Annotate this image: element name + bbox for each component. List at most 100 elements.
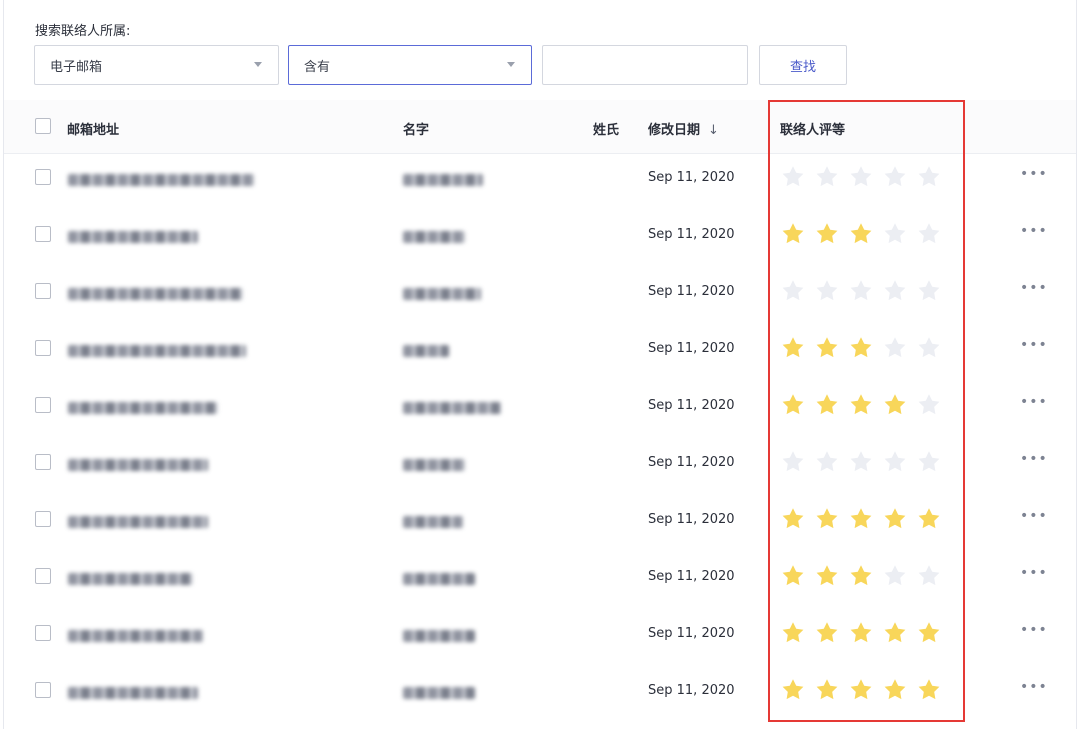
more-options-icon[interactable]: ••• xyxy=(1020,337,1048,353)
table-row[interactable]: Sep 11, 2020 ••• xyxy=(4,323,1076,380)
star-empty-icon[interactable] xyxy=(848,278,874,304)
star-empty-icon[interactable] xyxy=(814,278,840,304)
star-filled-icon[interactable] xyxy=(814,563,840,589)
star-empty-icon[interactable] xyxy=(780,278,806,304)
contact-rating[interactable] xyxy=(780,677,942,703)
contact-rating[interactable] xyxy=(780,278,942,304)
star-filled-icon[interactable] xyxy=(848,392,874,418)
row-checkbox[interactable] xyxy=(35,454,51,470)
star-empty-icon[interactable] xyxy=(916,278,942,304)
contact-rating[interactable] xyxy=(780,506,942,532)
star-filled-icon[interactable] xyxy=(848,563,874,589)
star-empty-icon[interactable] xyxy=(916,164,942,190)
table-row[interactable]: Sep 11, 2020 ••• xyxy=(4,437,1076,494)
more-options-icon[interactable]: ••• xyxy=(1020,622,1048,638)
star-filled-icon[interactable] xyxy=(780,563,806,589)
row-checkbox[interactable] xyxy=(35,625,51,641)
find-button[interactable]: 查找 xyxy=(759,45,847,85)
star-filled-icon[interactable] xyxy=(780,392,806,418)
star-filled-icon[interactable] xyxy=(916,677,942,703)
star-empty-icon[interactable] xyxy=(882,278,908,304)
star-filled-icon[interactable] xyxy=(814,506,840,532)
contact-rating[interactable] xyxy=(780,620,942,646)
contact-rating[interactable] xyxy=(780,335,942,361)
star-filled-icon[interactable] xyxy=(814,620,840,646)
more-options-icon[interactable]: ••• xyxy=(1020,451,1048,467)
contact-rating[interactable] xyxy=(780,221,942,247)
star-filled-icon[interactable] xyxy=(882,506,908,532)
select-all-checkbox[interactable] xyxy=(35,118,51,134)
star-filled-icon[interactable] xyxy=(916,620,942,646)
star-filled-icon[interactable] xyxy=(848,677,874,703)
star-empty-icon[interactable] xyxy=(780,164,806,190)
star-empty-icon[interactable] xyxy=(848,449,874,475)
search-value-input[interactable] xyxy=(542,45,748,85)
table-row[interactable]: Sep 11, 2020 ••• xyxy=(4,266,1076,323)
star-empty-icon[interactable] xyxy=(916,335,942,361)
star-empty-icon[interactable] xyxy=(780,449,806,475)
star-filled-icon[interactable] xyxy=(848,335,874,361)
table-row[interactable]: Sep 11, 2020 ••• xyxy=(4,380,1076,437)
sort-down-icon[interactable]: ↓ xyxy=(708,123,719,138)
table-row[interactable]: Sep 11, 2020 ••• xyxy=(4,551,1076,608)
header-modified-date[interactable]: 修改日期 ↓ xyxy=(648,119,719,138)
table-row[interactable]: Sep 11, 2020 ••• xyxy=(4,152,1076,209)
more-options-icon[interactable]: ••• xyxy=(1020,565,1048,581)
star-filled-icon[interactable] xyxy=(814,221,840,247)
star-empty-icon[interactable] xyxy=(882,164,908,190)
more-options-icon[interactable]: ••• xyxy=(1020,508,1048,524)
table-row[interactable]: Sep 11, 2020 ••• xyxy=(4,665,1076,722)
star-empty-icon[interactable] xyxy=(916,563,942,589)
contact-rating[interactable] xyxy=(780,164,942,190)
row-checkbox[interactable] xyxy=(35,226,51,242)
contact-rating[interactable] xyxy=(780,392,942,418)
star-filled-icon[interactable] xyxy=(814,392,840,418)
star-filled-icon[interactable] xyxy=(882,392,908,418)
header-first-name[interactable]: 名字 xyxy=(403,119,429,138)
header-rating[interactable]: 联络人评等 xyxy=(780,119,845,138)
star-empty-icon[interactable] xyxy=(916,221,942,247)
star-empty-icon[interactable] xyxy=(882,335,908,361)
more-options-icon[interactable]: ••• xyxy=(1020,394,1048,410)
operator-select[interactable]: 含有 xyxy=(288,45,532,85)
header-last-name[interactable]: 姓氏 xyxy=(593,119,619,138)
star-empty-icon[interactable] xyxy=(882,563,908,589)
more-options-icon[interactable]: ••• xyxy=(1020,166,1048,182)
star-filled-icon[interactable] xyxy=(882,620,908,646)
header-email[interactable]: 邮箱地址 xyxy=(67,119,119,138)
star-empty-icon[interactable] xyxy=(916,449,942,475)
star-empty-icon[interactable] xyxy=(814,449,840,475)
star-filled-icon[interactable] xyxy=(814,335,840,361)
row-checkbox[interactable] xyxy=(35,682,51,698)
more-options-icon[interactable]: ••• xyxy=(1020,223,1048,239)
star-filled-icon[interactable] xyxy=(780,221,806,247)
star-filled-icon[interactable] xyxy=(780,620,806,646)
row-checkbox[interactable] xyxy=(35,568,51,584)
contact-rating[interactable] xyxy=(780,563,942,589)
star-filled-icon[interactable] xyxy=(780,677,806,703)
star-filled-icon[interactable] xyxy=(780,506,806,532)
more-options-icon[interactable]: ••• xyxy=(1020,679,1048,695)
row-checkbox[interactable] xyxy=(35,169,51,185)
star-filled-icon[interactable] xyxy=(882,677,908,703)
star-empty-icon[interactable] xyxy=(882,221,908,247)
star-filled-icon[interactable] xyxy=(916,506,942,532)
row-checkbox[interactable] xyxy=(35,340,51,356)
star-empty-icon[interactable] xyxy=(882,449,908,475)
star-empty-icon[interactable] xyxy=(814,164,840,190)
row-checkbox[interactable] xyxy=(35,397,51,413)
contact-rating[interactable] xyxy=(780,449,942,475)
star-filled-icon[interactable] xyxy=(814,677,840,703)
table-row[interactable]: Sep 11, 2020 ••• xyxy=(4,608,1076,665)
more-options-icon[interactable]: ••• xyxy=(1020,280,1048,296)
star-filled-icon[interactable] xyxy=(848,620,874,646)
star-empty-icon[interactable] xyxy=(916,392,942,418)
table-row[interactable]: Sep 11, 2020 ••• xyxy=(4,494,1076,551)
field-select[interactable]: 电子邮箱 xyxy=(34,45,279,85)
star-filled-icon[interactable] xyxy=(780,335,806,361)
row-checkbox[interactable] xyxy=(35,511,51,527)
star-empty-icon[interactable] xyxy=(848,164,874,190)
star-filled-icon[interactable] xyxy=(848,221,874,247)
star-filled-icon[interactable] xyxy=(848,506,874,532)
row-checkbox[interactable] xyxy=(35,283,51,299)
